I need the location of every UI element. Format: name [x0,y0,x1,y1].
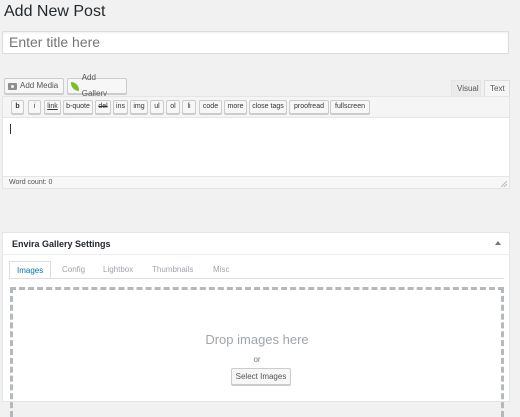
tab-text[interactable]: Text [484,80,510,96]
tab-thumbnails[interactable]: Thumbnails [145,261,200,279]
envira-gallery-settings-box: Envira Gallery Settings Images Config Li… [2,232,510,417]
qt-del-button[interactable]: del [95,100,111,114]
qt-more-button[interactable]: more [224,100,247,114]
drop-title: Drop images here [205,332,309,347]
tab-visual[interactable]: Visual [451,80,481,96]
post-editor: b i link b-quote del ins img ul ol li co… [2,96,510,189]
tab-images[interactable]: Images [9,261,52,279]
qt-ins-button[interactable]: ins [113,100,128,114]
qt-close-tags-button[interactable]: close tags [249,100,287,114]
qt-li-button[interactable]: li [182,100,196,114]
qt-fullscreen-button[interactable]: fullscreen [330,100,370,114]
drop-or-label: or [253,355,261,364]
editor-status-bar: Word count: 0 [3,176,509,188]
qt-img-button[interactable]: img [130,100,148,114]
envira-leaf-icon [71,81,79,91]
metabox-title: Envira Gallery Settings [12,239,111,249]
add-gallery-button[interactable]: Add Gallery [67,73,127,98]
qt-proofread-button[interactable]: proofread [289,100,329,114]
quicktags-toolbar: b i link b-quote del ins img ul ol li co… [3,97,509,118]
qt-italic-button[interactable]: i [28,100,41,114]
metabox-header[interactable]: Envira Gallery Settings [3,233,509,255]
add-media-label: Add Media [20,81,59,90]
add-media-button[interactable]: Add Media [4,78,64,94]
select-images-button[interactable]: Select Images [231,368,291,385]
collapse-arrow-icon[interactable] [495,241,501,245]
qt-link-button[interactable]: link [44,100,61,114]
qt-ol-button[interactable]: ol [166,100,180,114]
page-title: Add New Post [4,3,106,20]
qt-ul-button[interactable]: ul [150,100,164,114]
word-count: Word count: 0 [9,179,53,186]
tab-misc[interactable]: Misc [206,261,236,279]
resize-handle-icon[interactable] [501,181,507,187]
tabs-divider [9,278,504,279]
tab-config[interactable]: Config [55,261,92,279]
qt-code-button[interactable]: code [199,100,222,114]
camera-icon [8,82,17,90]
post-title-input[interactable] [2,31,509,54]
tab-lightbox[interactable]: Lightbox [96,261,140,279]
qt-bquote-button[interactable]: b-quote [63,100,93,114]
image-drop-zone[interactable]: Drop images here or Select Images [10,287,504,417]
text-caret [10,124,11,134]
qt-bold-button[interactable]: b [11,100,24,114]
content-textarea[interactable] [3,118,509,175]
